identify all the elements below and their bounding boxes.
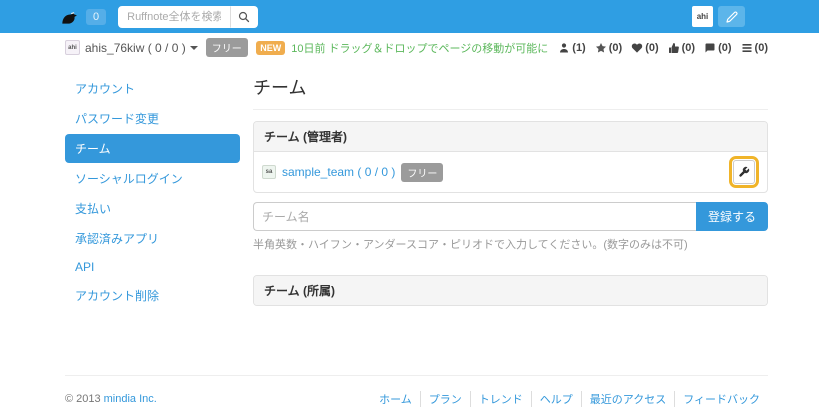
search-icon [238, 11, 250, 23]
wrench-icon [738, 166, 750, 178]
team-name-link[interactable]: sample_team ( 0 / 0 ) [282, 165, 395, 179]
user-subbar: ahi ahis_76kiw ( 0 / 0 ) フリー NEW 10日前 ドラ… [0, 33, 819, 62]
username-label: ahis_76kiw ( 0 / 0 ) [85, 41, 186, 55]
search-group [118, 6, 258, 28]
stat-likes[interactable]: (0) [631, 42, 658, 54]
bird-logo-icon[interactable] [58, 7, 80, 27]
stats-group: (1) (0) (0) (0) [558, 42, 768, 54]
sidebar-item-api[interactable]: API [65, 254, 240, 280]
star-icon [595, 42, 607, 54]
new-badge: NEW [256, 41, 285, 55]
stat-members[interactable]: (1) [558, 42, 585, 54]
register-button[interactable]: 登録する [696, 202, 768, 231]
team-member-panel: チーム (所属) [253, 275, 768, 306]
team-row: sa sample_team ( 0 / 0 ) フリー [254, 152, 767, 192]
team-name-input[interactable] [253, 202, 696, 231]
plan-badge: フリー [206, 38, 248, 57]
news-announcement-link[interactable]: 10日前 ドラッグ＆ドロップでページの移動が可能に [291, 40, 548, 56]
footer-links: ホーム プラン トレンド ヘルプ 最近のアクセス フィードバック [371, 391, 768, 407]
navbar-avatar[interactable]: ahi [692, 6, 713, 27]
footer-link-home[interactable]: ホーム [371, 391, 420, 407]
team-avatar: sa [262, 165, 276, 179]
list-icon [741, 42, 753, 54]
new-page-button[interactable] [718, 6, 745, 27]
navbar-right-group: ahi [692, 6, 745, 27]
caret-down-icon [190, 46, 198, 50]
footer: © 2013 mindia Inc. ホーム プラン トレンド ヘルプ 最近のア… [65, 375, 768, 407]
footer-link-help[interactable]: ヘルプ [531, 391, 581, 407]
company-link[interactable]: mindia Inc. [104, 393, 157, 405]
sidebar-item-password[interactable]: パスワード変更 [65, 104, 240, 133]
notification-count-badge[interactable]: 0 [86, 9, 106, 25]
userbar-right-group: NEW 10日前 ドラッグ＆ドロップでページの移動が可能に (1) (0) [256, 40, 768, 56]
page-title: チーム [253, 74, 768, 110]
stat-thumbs-up[interactable]: (0) [668, 42, 695, 54]
sidebar-item-team[interactable]: チーム [65, 134, 240, 163]
top-navbar: 0 ahi [0, 0, 819, 33]
team-settings-button[interactable] [733, 160, 755, 184]
page-body: アカウント パスワード変更 チーム ソーシャルログイン 支払い 承認済みアプリ … [0, 62, 819, 311]
stat-comments[interactable]: (0) [704, 42, 731, 54]
create-team-form: 登録する [253, 202, 768, 231]
stat-stars[interactable]: (0) [595, 42, 622, 54]
heart-icon [631, 42, 643, 54]
click-highlight [729, 156, 759, 188]
footer-link-trend[interactable]: トレンド [470, 391, 531, 407]
team-admin-panel-header: チーム (管理者) [254, 122, 767, 152]
thumbs-up-icon [668, 42, 680, 54]
team-member-panel-header: チーム (所属) [254, 276, 767, 305]
sidebar-item-payment[interactable]: 支払い [65, 194, 240, 223]
sidebar-item-approved-apps[interactable]: 承認済みアプリ [65, 224, 240, 253]
settings-sidebar: アカウント パスワード変更 チーム ソーシャルログイン 支払い 承認済みアプリ … [65, 74, 240, 311]
footer-link-plan[interactable]: プラン [420, 391, 470, 407]
pencil-icon [726, 11, 738, 23]
main-content: チーム チーム (管理者) sa sample_team ( 0 / 0 ) フ… [253, 74, 768, 306]
comment-icon [704, 42, 716, 54]
search-button[interactable] [230, 6, 258, 28]
sidebar-item-delete-account[interactable]: アカウント削除 [65, 281, 240, 310]
sidebar-item-account[interactable]: アカウント [65, 74, 240, 103]
team-name-help-text: 半角英数・ハイフン・アンダースコア・ピリオドで入力してください。(数字のみは不可… [253, 236, 768, 252]
user-icon [558, 42, 570, 54]
username-dropdown[interactable]: ahis_76kiw ( 0 / 0 ) [85, 41, 198, 55]
stat-pages[interactable]: (0) [741, 42, 768, 54]
team-admin-panel: チーム (管理者) sa sample_team ( 0 / 0 ) フリー [253, 121, 768, 193]
footer-link-recent-access[interactable]: 最近のアクセス [581, 391, 674, 407]
copyright-text: © 2013 [65, 393, 101, 405]
user-avatar[interactable]: ahi [65, 40, 80, 55]
team-plan-badge: フリー [401, 163, 443, 182]
sidebar-item-social-login[interactable]: ソーシャルログイン [65, 164, 240, 193]
search-input[interactable] [118, 6, 230, 28]
footer-link-feedback[interactable]: フィードバック [674, 391, 768, 407]
